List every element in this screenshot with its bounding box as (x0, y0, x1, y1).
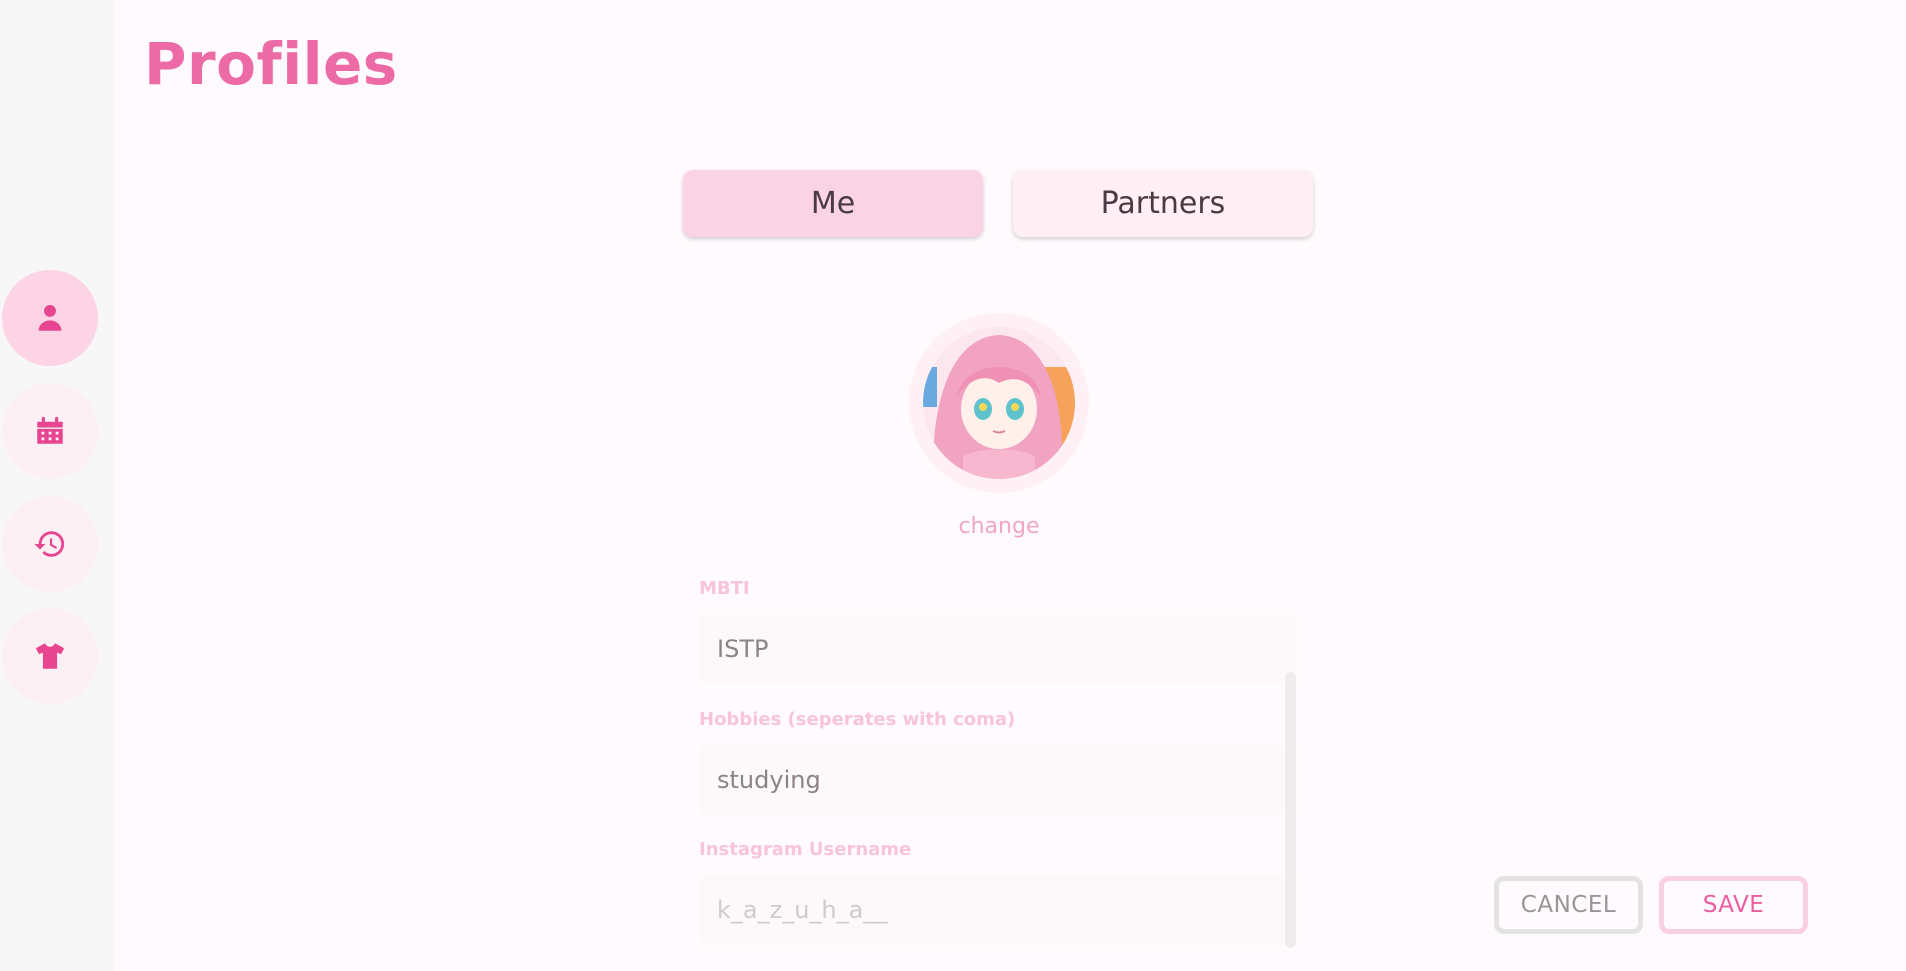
form-scrollbar[interactable] (1285, 672, 1296, 948)
mbti-field[interactable] (699, 614, 1297, 684)
mbti-label: MBTI (699, 578, 750, 599)
hobbies-label: Hobbies (seperates with coma) (699, 709, 1016, 730)
nav-calendar-button[interactable] (2, 383, 98, 479)
instagram-label: Instagram Username (699, 839, 912, 860)
calendar-icon (37, 416, 63, 444)
hobbies-field[interactable] (699, 745, 1297, 815)
person-icon (38, 304, 62, 331)
change-avatar-link[interactable]: change (900, 514, 1098, 539)
nav-history-button[interactable] (2, 496, 98, 592)
tab-me[interactable]: Me (683, 170, 983, 237)
avatar-image (923, 327, 1075, 479)
history-icon (34, 531, 65, 557)
nav-outfits-button[interactable] (2, 608, 98, 704)
page-title: Profiles (144, 30, 398, 98)
save-button[interactable]: SAVE (1659, 876, 1808, 934)
tshirt-icon (35, 643, 65, 669)
cancel-button[interactable]: CANCEL (1494, 876, 1643, 934)
avatar[interactable] (909, 313, 1089, 493)
tab-partners[interactable]: Partners (1013, 170, 1313, 237)
sidebar (0, 0, 114, 971)
instagram-field[interactable] (699, 875, 1297, 945)
nav-profile-button[interactable] (2, 270, 98, 366)
